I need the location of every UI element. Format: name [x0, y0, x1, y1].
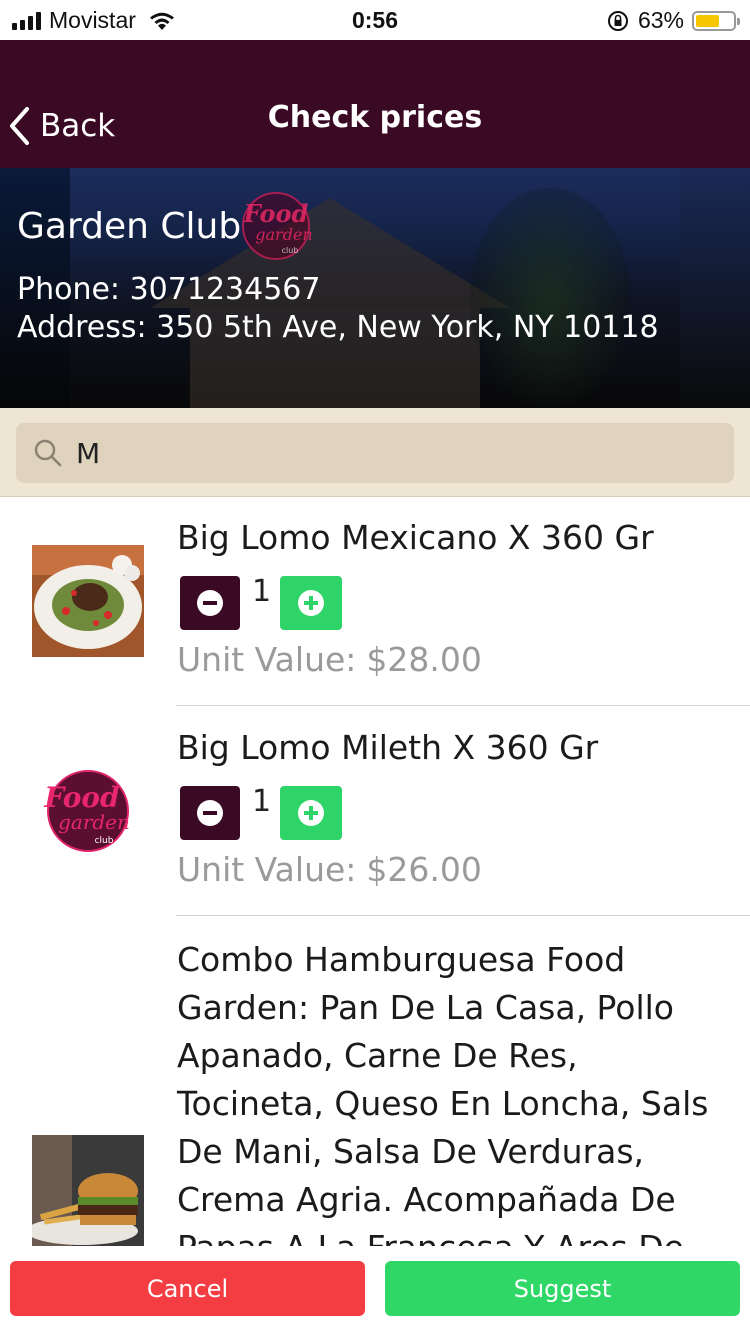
svg-text:garden: garden — [255, 225, 312, 244]
nav-bar: Back Check prices — [0, 40, 750, 168]
list-item: Food garden club Big Lomo Mileth X 360 G… — [0, 706, 750, 916]
product-name: Big Lomo Mileth X 360 Gr — [177, 728, 599, 767]
search-box[interactable] — [16, 423, 734, 483]
minus-circle-icon — [197, 800, 223, 826]
product-list: Big Lomo Mexicano X 360 Gr 1 Unit Value:… — [0, 496, 750, 1246]
unit-value-label: Unit Value: — [177, 640, 357, 679]
wifi-icon — [149, 12, 174, 30]
action-bar: Cancel Suggest — [0, 1246, 750, 1334]
address-value: 350 5th Ave, New York, NY 10118 — [156, 310, 659, 345]
burger-photo — [32, 1135, 144, 1246]
chevron-left-icon — [10, 107, 29, 145]
status-bar: Movistar 0:56 63% — [0, 0, 750, 40]
plus-circle-icon — [298, 590, 324, 616]
search-input[interactable] — [74, 427, 678, 479]
product-name: Big Lomo Mexicano X 360 Gr — [177, 518, 654, 557]
list-item: Big Lomo Mexicano X 360 Gr 1 Unit Value:… — [0, 496, 750, 706]
status-right: 63% — [606, 7, 740, 34]
plus-circle-icon — [298, 800, 324, 826]
unit-value-amount: $26.00 — [366, 850, 482, 889]
quantity-value: 1 — [252, 784, 272, 819]
unit-value-label: Unit Value: — [177, 850, 357, 889]
food-garden-logo: Food garden club — [32, 755, 144, 867]
increase-quantity-button[interactable] — [280, 786, 342, 840]
unit-value-amount: $28.00 — [366, 640, 482, 679]
store-header: Food garden club Garden Club Phone: 3071… — [0, 168, 750, 408]
minus-circle-icon — [197, 590, 223, 616]
search-icon — [34, 439, 62, 467]
quantity-value: 1 — [252, 574, 272, 609]
store-name: Garden Club — [17, 206, 242, 247]
product-image[interactable]: Food garden club — [32, 755, 144, 867]
suggest-button[interactable]: Suggest — [385, 1261, 740, 1316]
decrease-quantity-button[interactable] — [180, 786, 240, 840]
svg-text:club: club — [282, 246, 299, 255]
cancel-button[interactable]: Cancel — [10, 1261, 365, 1316]
carrier-name: Movistar — [49, 7, 136, 33]
back-label: Back — [40, 108, 116, 144]
battery-icon — [692, 10, 740, 31]
battery-level — [696, 14, 719, 27]
list-item: Combo Hamburguesa Food Garden: Pan De La… — [0, 916, 750, 1246]
address-label: Address: — [17, 310, 147, 345]
svg-text:garden: garden — [58, 810, 130, 834]
svg-text:club: club — [95, 836, 114, 846]
store-address: Address: 350 5th Ave, New York, NY 10118 — [17, 310, 659, 345]
decrease-quantity-button[interactable] — [180, 576, 240, 630]
steak-salad-photo — [32, 545, 144, 657]
unit-value: Unit Value: $26.00 — [177, 850, 482, 889]
signal-icon — [12, 11, 41, 30]
phone-label: Phone: — [17, 272, 121, 307]
store-phone: Phone: 3071234567 — [17, 272, 320, 307]
phone-value: 3071234567 — [129, 272, 321, 307]
unit-value: Unit Value: $28.00 — [177, 640, 482, 679]
search-area — [0, 408, 750, 497]
svg-text:Food: Food — [243, 199, 309, 228]
rotation-lock-icon — [607, 10, 628, 31]
product-image[interactable] — [32, 545, 144, 657]
back-button[interactable]: Back — [8, 104, 115, 148]
hero-background-right — [680, 168, 750, 408]
increase-quantity-button[interactable] — [280, 576, 342, 630]
product-name: Combo Hamburguesa Food Garden: Pan De La… — [177, 940, 709, 1246]
status-left: Movistar — [12, 7, 176, 34]
battery-percent: 63% — [637, 7, 684, 33]
hero-tree — [470, 188, 630, 408]
product-image[interactable] — [32, 1135, 144, 1246]
